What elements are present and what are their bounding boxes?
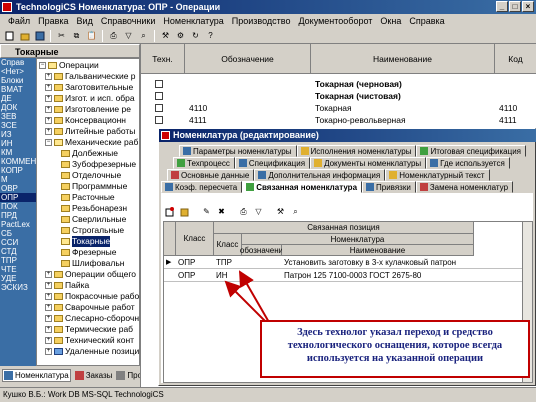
annotation-note: Здесь технолог указал переход и средство… [260,320,530,378]
status-text: Кушко В.Б.: Work DB MS-SQL TechnologiCS [3,390,164,399]
annotation-text: Здесь технолог указал переход и средство… [287,327,503,364]
status-bar: Кушко В.Б.: Work DB MS-SQL TechnologiCS [0,387,536,402]
